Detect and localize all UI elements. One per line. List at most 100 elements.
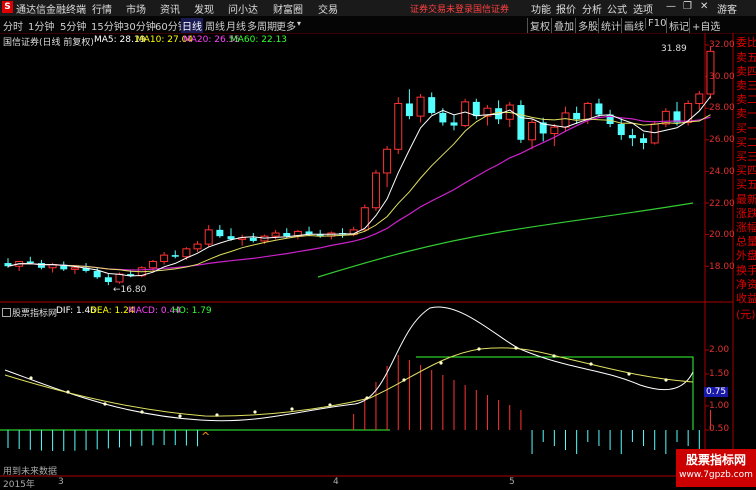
- dea-marker: [178, 414, 182, 418]
- macd-box-line: [416, 356, 694, 430]
- candle-body-down: [617, 124, 625, 136]
- panel-label: 收益: [736, 292, 756, 305]
- dea-marker: [402, 378, 406, 382]
- high-price-label: 31.89: [661, 44, 687, 54]
- candle-body-up: [684, 102, 693, 123]
- candle-body-up: [550, 126, 559, 134]
- candle-body-up: [193, 243, 202, 250]
- price-tick: 30.00: [709, 72, 735, 82]
- candle-body-down: [26, 261, 34, 264]
- low-price-label: ←16.80: [113, 285, 147, 295]
- panel-label: 买二: [736, 136, 756, 149]
- candle-body-down: [171, 255, 179, 257]
- dea-marker: [103, 402, 107, 406]
- dea-marker: [664, 378, 668, 382]
- ho-value: HO: 1.79: [172, 306, 212, 316]
- panel-label: 卖四: [736, 65, 756, 78]
- panel-label: 买一: [736, 122, 756, 135]
- candle-body-up: [583, 102, 592, 120]
- candle-body-down: [216, 229, 224, 237]
- ma10-line: [7, 111, 711, 273]
- dea-marker: [365, 396, 369, 400]
- panel-label: 买三: [736, 150, 756, 163]
- panel-label: 涨幅: [736, 221, 756, 234]
- dea-marker: [328, 403, 332, 407]
- panel-label: 净资: [736, 278, 756, 291]
- price-tick: 32.00: [709, 40, 735, 50]
- panel-label: 买四: [736, 164, 756, 177]
- dea-marker: [29, 376, 33, 380]
- panel-label: 涨跌: [736, 207, 756, 220]
- dea-marker: [140, 410, 144, 414]
- candle-body-up: [360, 207, 369, 231]
- time-label-month: 4: [333, 477, 339, 487]
- candle-body-up: [160, 254, 169, 262]
- candle-body-up: [148, 260, 157, 269]
- candle-body-up: [561, 112, 570, 128]
- candle-body-down: [104, 277, 112, 282]
- dea-marker: [627, 372, 631, 376]
- candle-body-down: [428, 97, 436, 113]
- indicator-name[interactable]: 股票指标网: [12, 306, 57, 319]
- macd-tick: 2.00: [709, 345, 730, 355]
- price-tick: 18.00: [709, 262, 735, 272]
- panel-label: 外盘: [736, 249, 756, 262]
- macd-histogram: [7, 355, 711, 454]
- watermark-logo: 股票指标网 www.7gpzb.com: [676, 449, 756, 487]
- candle-body-up: [650, 123, 659, 144]
- panel-label: 卖五: [736, 51, 756, 64]
- candle-body-up: [271, 232, 280, 237]
- dea-line: [4, 347, 694, 417]
- candle-body-up: [182, 248, 191, 258]
- dea-marker: [215, 413, 219, 417]
- candle-body-up: [416, 96, 425, 117]
- price-tick: 22.00: [709, 199, 735, 209]
- low-price-value: 16.80: [120, 285, 147, 295]
- time-label-year: 2015年: [3, 480, 35, 490]
- dea-marker: [589, 362, 593, 366]
- panel-label: 最新: [736, 193, 756, 206]
- candle-body-down: [517, 105, 525, 140]
- price-tick: 28.00: [709, 103, 735, 113]
- candle-body-down: [472, 101, 480, 117]
- ma60-line: [317, 202, 694, 278]
- dea-marker: [439, 361, 443, 365]
- watermark-url: www.7gpzb.com: [679, 470, 753, 480]
- indicator-settings-icon[interactable]: [2, 308, 11, 317]
- dea-marker: [477, 347, 481, 351]
- candle-body-up: [115, 273, 124, 283]
- panel-label: 总量: [736, 235, 756, 248]
- candle-body-up: [528, 121, 537, 141]
- macd-tick: 1.00: [709, 401, 730, 411]
- panel-label: 买五: [736, 178, 756, 191]
- candle-body-down: [37, 263, 45, 268]
- ma5-line: [7, 96, 711, 277]
- candle-body-down: [439, 112, 447, 123]
- watermark-title: 股票指标网: [685, 453, 746, 467]
- candle-body-up: [204, 229, 213, 245]
- candle-body-down: [450, 122, 458, 126]
- candle-body-up: [461, 101, 470, 127]
- time-label-month: 3: [58, 477, 64, 487]
- price-tick: 20.00: [709, 230, 735, 240]
- candle-body-up: [371, 172, 380, 209]
- candle-body-down: [595, 103, 603, 115]
- panel-label: 委比: [736, 36, 756, 49]
- candle-body-down: [405, 103, 413, 117]
- kline-chart[interactable]: ^: [0, 0, 756, 487]
- panel-label: 卖二: [736, 93, 756, 106]
- candle-body-up: [394, 102, 403, 150]
- dea-marker: [514, 346, 518, 350]
- golden-cross-marker: ^: [201, 430, 210, 443]
- macd-current-value: 0.75: [704, 387, 729, 397]
- price-tick: 24.00: [709, 167, 735, 177]
- future-data-note: 用到未来数据: [3, 467, 58, 477]
- dea-marker: [290, 407, 294, 411]
- candle-body-down: [249, 237, 257, 241]
- panel-label: (元): [736, 308, 756, 321]
- panel-label: 卖一: [736, 107, 756, 120]
- panel-label: 卖三: [736, 79, 756, 92]
- candle-body-down: [640, 138, 648, 143]
- dea-marker: [66, 390, 70, 394]
- candle-body-up: [383, 148, 392, 174]
